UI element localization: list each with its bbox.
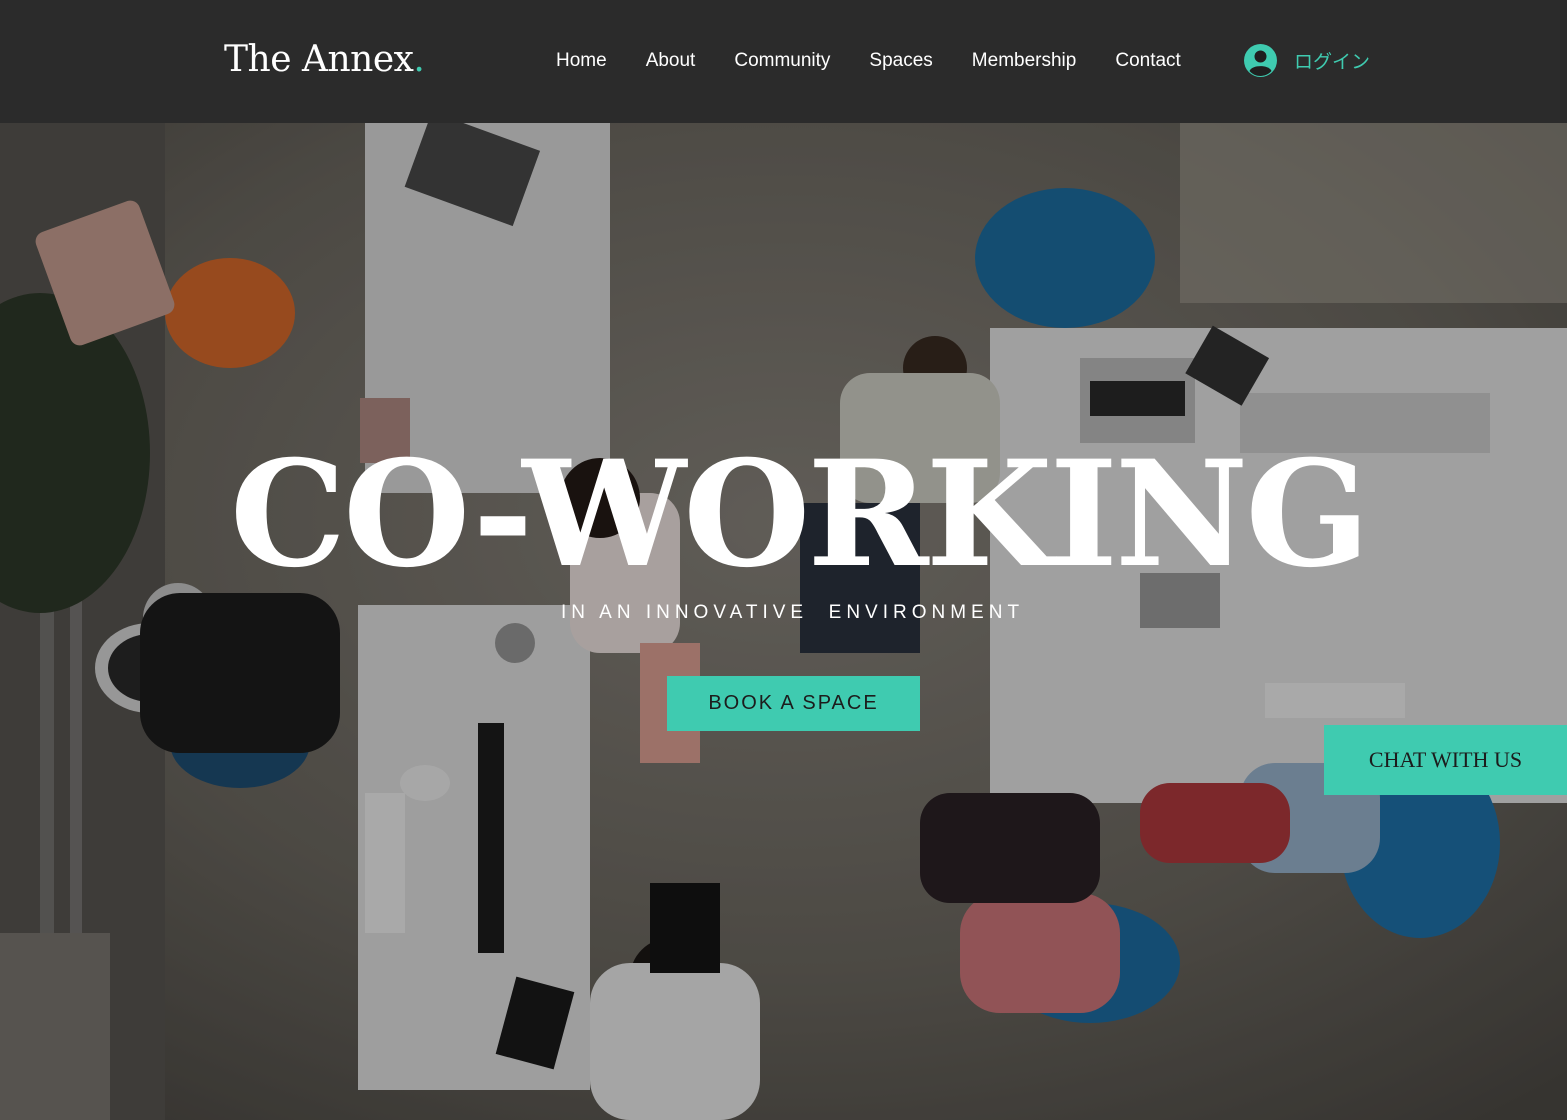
nav-item-spaces[interactable]: Spaces [869,50,932,72]
nav-item-about[interactable]: About [646,50,696,72]
user-avatar-icon [1244,43,1277,77]
hero-title: CO-WORKING [229,429,1370,600]
nav-item-membership[interactable]: Membership [972,50,1077,72]
hero-subtitle: IN AN INNOVATIVE ENVIRONMENT [560,602,1025,623]
logo-dot: . [413,39,425,80]
site-logo[interactable]: The Annex. [224,38,425,82]
nav-item-contact[interactable]: Contact [1115,50,1180,72]
hero-section: CO-WORKING IN AN INNOVATIVE ENVIRONMENT … [0,123,1567,1120]
logo-text: The Annex [224,39,414,80]
login-label: ログイン [1294,50,1371,73]
page: The Annex. Home About Community Spaces M… [0,0,1567,1120]
nav-item-home[interactable]: Home [556,50,607,72]
main-nav: Home About Community Spaces Membership C… [556,46,1220,76]
login-button[interactable]: ログイン [1244,43,1370,77]
chat-with-us-button[interactable]: CHAT WITH US [1324,725,1567,795]
nav-item-community[interactable]: Community [734,50,830,72]
book-a-space-button[interactable]: BOOK A SPACE [667,676,920,731]
site-header: The Annex. Home About Community Spaces M… [0,0,1567,123]
